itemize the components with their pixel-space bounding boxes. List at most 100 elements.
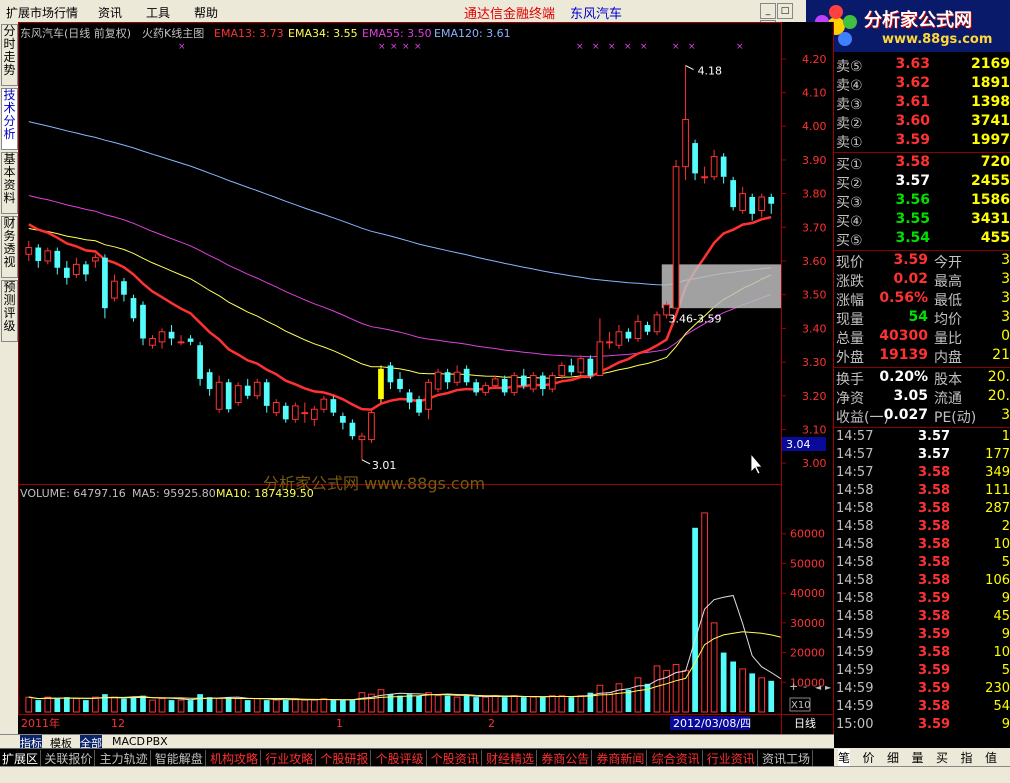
volume-label: VOLUME: 64797.16: [20, 487, 126, 500]
scroll-right-button[interactable]: ►: [825, 683, 832, 692]
level-price: 3.62: [895, 75, 930, 91]
volume-bar: [158, 698, 166, 713]
period-label[interactable]: 日线: [794, 716, 816, 730]
info-tab-12[interactable]: 综合资讯: [652, 750, 703, 767]
tab-technical[interactable]: 技术分析: [1, 88, 18, 150]
candle-body: [501, 378, 508, 393]
volume-bar: [473, 697, 480, 712]
buy-level-row: 买② 3.57 2455: [834, 173, 1010, 192]
tab-pbx[interactable]: PBX: [146, 735, 168, 748]
volume-bar: [768, 680, 775, 712]
candle-body: [634, 321, 642, 339]
volume-bar: [548, 695, 556, 713]
tick-volume: 287: [985, 501, 1010, 516]
level-volume: 1891: [971, 75, 1010, 91]
tick-row: 14:58 3.58 2: [834, 519, 1010, 537]
candle-body: [272, 402, 280, 414]
info-tab-9[interactable]: 财经精选: [486, 750, 538, 767]
info-tab-6[interactable]: 个股研报: [320, 750, 372, 767]
signal-marker: ×: [592, 42, 600, 52]
info-tab-10[interactable]: 券商公告: [541, 750, 593, 767]
info-tab-0[interactable]: 扩展区: [2, 750, 42, 767]
candle-body: [330, 399, 337, 413]
candle-body: [397, 378, 403, 390]
tab-macd[interactable]: MACD: [112, 735, 145, 748]
volume-bar: [263, 700, 270, 712]
volume-bar: [444, 695, 451, 712]
candle-body: [539, 375, 546, 390]
volume-bar: [491, 695, 499, 713]
date-label-feb: 2: [488, 717, 495, 730]
volume-tick-label: 30000: [790, 617, 825, 630]
zoom-out-button[interactable]: -: [803, 680, 807, 693]
price-tick-label: 3.60: [802, 255, 827, 268]
tick-time: 14:58: [836, 555, 874, 570]
signal-marker: ×: [640, 42, 648, 52]
menu-news[interactable]: 资讯: [98, 4, 122, 21]
tick-price: 3.58: [918, 609, 951, 624]
tick-row: 14:59 3.58 10: [834, 645, 1010, 663]
info-tab-5[interactable]: 行业攻略: [265, 750, 317, 767]
candle-body: [577, 358, 585, 373]
volume-bar: [672, 663, 680, 713]
left-tab-strip: 分时走势 技术分析 基本资料 财务透视 预测评级: [0, 22, 18, 734]
info-tab-4[interactable]: 机构攻略: [210, 750, 262, 767]
candle-body: [653, 314, 661, 333]
candle-body: [491, 378, 499, 387]
volume-tick-label: 20000: [790, 647, 825, 660]
chart-area[interactable]: 东风汽车(日线 前复权) 火药K线主图 EMA13: 3.73 EMA34: 3…: [18, 22, 834, 734]
tick-volume: 9: [1001, 627, 1010, 642]
candle-body: [197, 345, 203, 379]
right-tab-1[interactable]: 价: [863, 749, 875, 766]
level-label: 卖⑤: [836, 59, 863, 75]
info-tab-11[interactable]: 券商新闻: [596, 750, 648, 767]
info-tab-13[interactable]: 行业资讯: [707, 750, 758, 767]
stat-label-2: 今开: [934, 255, 962, 271]
ad-link-stock[interactable]: 东风汽车: [570, 3, 622, 22]
minimize-icon[interactable]: _: [760, 3, 776, 19]
candle-body: [225, 382, 232, 410]
restore-icon[interactable]: □: [777, 3, 793, 19]
candle-body: [606, 341, 613, 344]
tab-intraday[interactable]: 分时走势: [1, 24, 18, 86]
volume-bar: [568, 697, 575, 712]
right-tab-0[interactable]: 笔: [838, 749, 851, 766]
stat-label-2: 流通: [934, 391, 962, 407]
menu-help[interactable]: 帮助: [194, 4, 218, 21]
tick-volume: 54: [993, 699, 1010, 714]
volume-bar: [225, 697, 232, 712]
scroll-left-button[interactable]: ◄: [815, 683, 822, 692]
tick-row: 15:00 3.59 9: [834, 717, 1010, 735]
volume-bar: [349, 700, 356, 712]
zoom-in-button[interactable]: +: [789, 680, 798, 693]
tick-row: 14:59 3.58 54: [834, 699, 1010, 717]
right-tab-3[interactable]: 量: [912, 749, 924, 766]
volume-bar: [54, 698, 61, 712]
level-volume: 1586: [971, 192, 1010, 208]
tab-forecast[interactable]: 预测评级: [1, 280, 18, 342]
tick-time: 15:00: [836, 717, 874, 732]
info-tab-1[interactable]: 关联报价: [44, 750, 96, 767]
tab-fundamentals[interactable]: 基本资料: [1, 152, 18, 214]
right-tab-5[interactable]: 指: [961, 749, 973, 766]
menu-extended-market[interactable]: 扩展市场行情: [6, 4, 78, 21]
info-tab-2[interactable]: 主力轨迹: [100, 750, 151, 767]
right-tab-6[interactable]: 值: [985, 749, 997, 766]
info-tab-8[interactable]: 个股资讯: [431, 750, 482, 767]
cursor-date: 2012/03/08/四: [673, 717, 751, 730]
menu-tools[interactable]: 工具: [146, 4, 170, 21]
stat-value-2: 3: [1001, 252, 1010, 268]
price-tick-label: 4.10: [802, 87, 827, 100]
right-tab-4[interactable]: 买: [936, 749, 948, 766]
ad-link-terminal[interactable]: 通达信金融终端: [464, 3, 555, 22]
low-label: 3.01: [372, 459, 397, 472]
info-tab-14[interactable]: 资讯工场: [762, 750, 814, 767]
right-tab-2[interactable]: 细: [887, 749, 899, 766]
tab-financials[interactable]: 财务透视: [1, 216, 18, 278]
candle-body: [596, 341, 604, 377]
info-tab-3[interactable]: 智能解盘: [155, 750, 206, 767]
tick-price: 3.58: [918, 555, 951, 570]
info-tab-7[interactable]: 个股评级: [376, 750, 427, 767]
candle-body: [35, 247, 42, 261]
volume-bar: [730, 661, 737, 712]
